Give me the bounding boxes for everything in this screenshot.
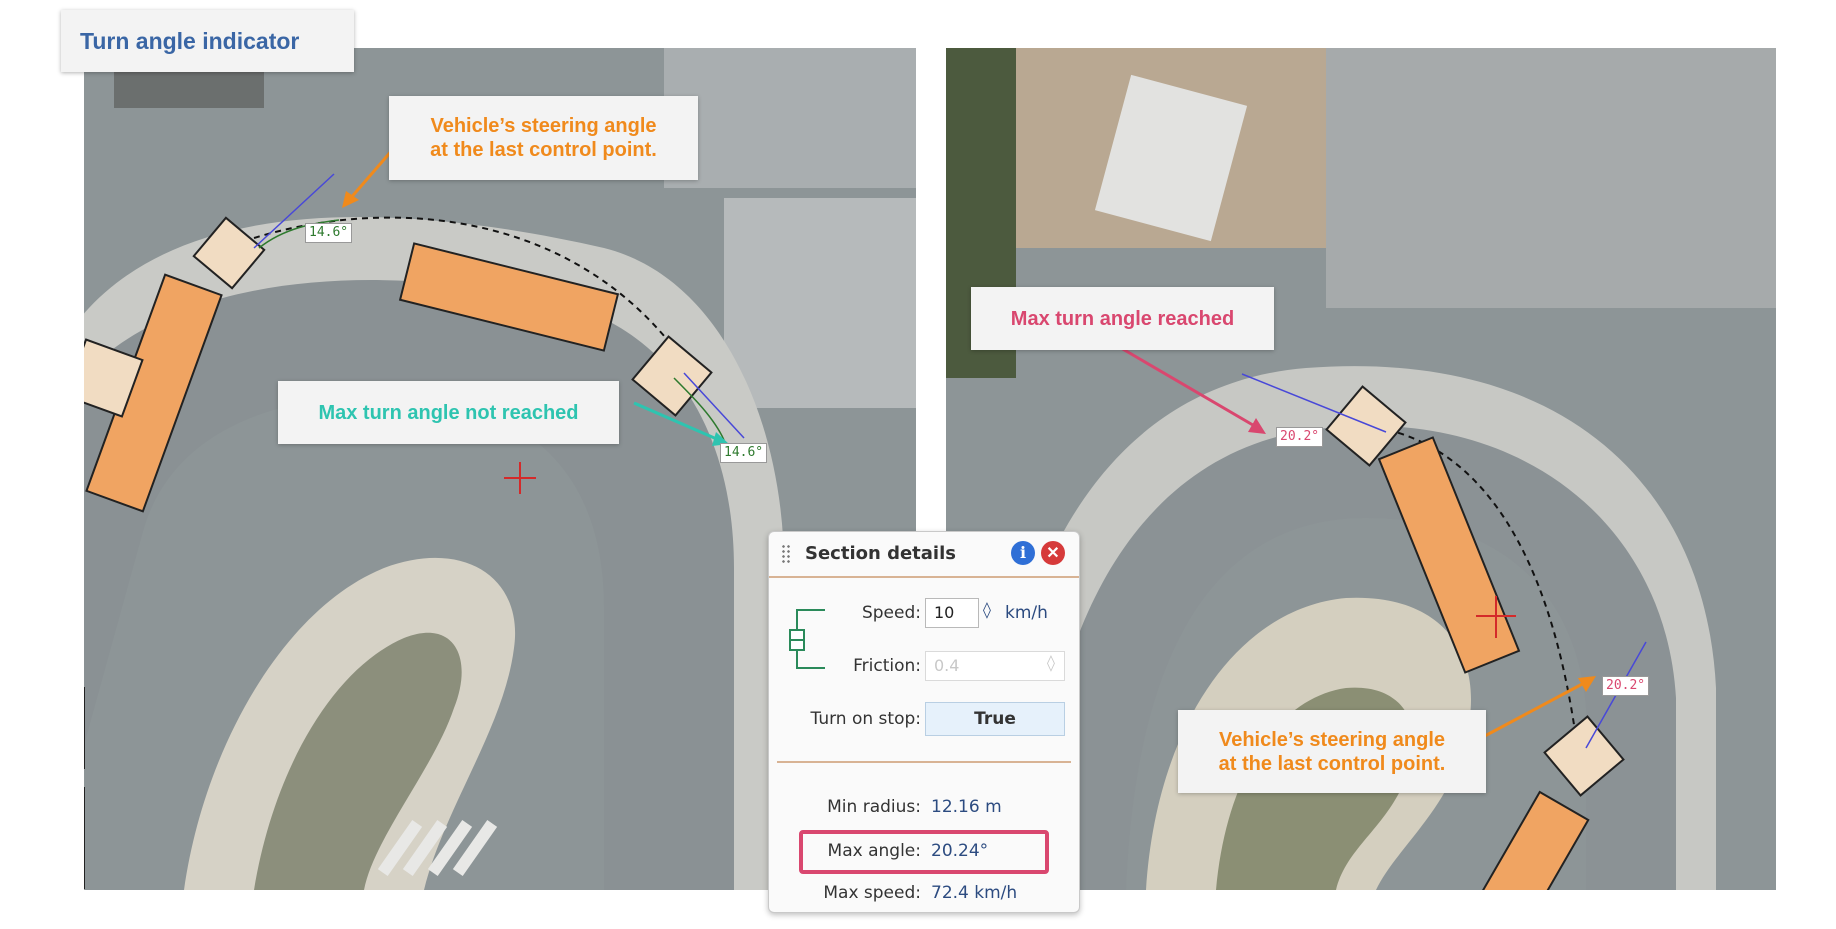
angle-tag: 14.6° bbox=[720, 443, 768, 463]
max-speed-value: 72.4 km/h bbox=[931, 883, 1018, 903]
speed-unit: km/h bbox=[1005, 603, 1048, 623]
friction-input[interactable]: 0.4 bbox=[925, 651, 1065, 681]
max-turn-reached-callout: Max turn angle reached bbox=[971, 287, 1274, 350]
speed-label: Speed: bbox=[861, 603, 921, 623]
callout-line-2: at the last control point. bbox=[430, 139, 657, 161]
panel-divider bbox=[777, 761, 1071, 763]
turn-on-stop-toggle[interactable]: True bbox=[925, 702, 1065, 736]
max-angle-label: Max angle: bbox=[827, 841, 921, 861]
friction-stepper-icon[interactable]: ◊ bbox=[1047, 653, 1055, 672]
angle-tag: 20.2° bbox=[1276, 427, 1324, 447]
min-radius-value: 12.16 m bbox=[931, 797, 1002, 817]
min-radius-label: Min radius: bbox=[827, 797, 921, 817]
info-icon[interactable]: i bbox=[1011, 541, 1035, 565]
turn-on-stop-label: Turn on stop: bbox=[810, 709, 921, 729]
speed-stepper-icon[interactable]: ◊ bbox=[983, 600, 991, 619]
panel-header[interactable]: Section details i ✕ bbox=[769, 532, 1079, 578]
panel-title: Section details bbox=[805, 543, 956, 564]
drag-handle-icon[interactable] bbox=[781, 544, 791, 564]
angle-tag: 20.2° bbox=[1602, 676, 1650, 696]
max-turn-not-reached-callout: Max turn angle not reached bbox=[278, 381, 619, 444]
steering-angle-callout-right: Vehicle’s steering angle at the last con… bbox=[1178, 710, 1486, 793]
callout-line-1: Vehicle’s steering angle bbox=[430, 115, 657, 137]
angle-tag: 14.6° bbox=[305, 223, 353, 243]
callout-line-2: at the last control point. bbox=[1218, 752, 1446, 775]
section-details-panel[interactable]: Section details i ✕ Speed: 10 ◊ km/h Fri… bbox=[768, 531, 1080, 913]
speed-input[interactable]: 10 bbox=[925, 598, 979, 628]
close-icon[interactable]: ✕ bbox=[1041, 541, 1065, 565]
max-angle-value: 20.24° bbox=[931, 841, 989, 861]
callout-line-1: Vehicle’s steering angle bbox=[1218, 728, 1446, 751]
page-title: Turn angle indicator bbox=[61, 10, 354, 72]
max-speed-label: Max speed: bbox=[823, 883, 921, 903]
friction-label: Friction: bbox=[853, 656, 921, 676]
steering-angle-callout-left: Vehicle’s steering angle at the last con… bbox=[389, 96, 698, 180]
